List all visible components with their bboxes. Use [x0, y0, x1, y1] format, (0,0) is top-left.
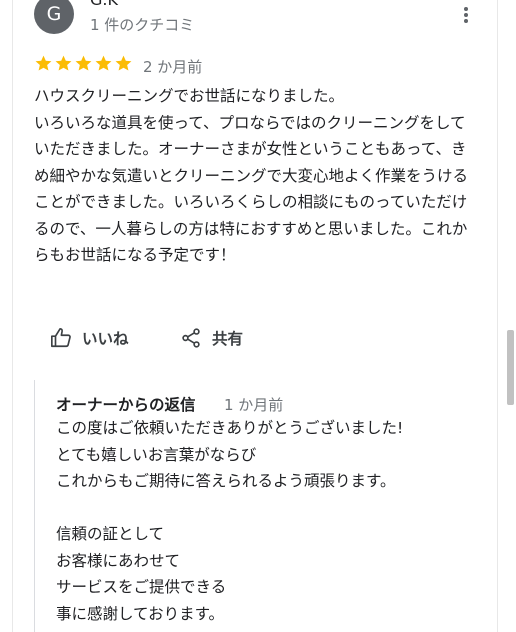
- more-vert-icon[interactable]: [456, 4, 476, 26]
- share-icon: [180, 327, 202, 349]
- reviewer-review-count: 1 件のクチコミ: [90, 16, 195, 34]
- share-button[interactable]: 共有: [180, 327, 243, 349]
- thumb-up-icon: [50, 327, 72, 349]
- owner-reply-divider: [34, 380, 35, 632]
- owner-reply-time: 1 か月前: [224, 396, 284, 414]
- share-label: 共有: [212, 330, 244, 348]
- avatar[interactable]: G: [34, 0, 74, 34]
- scrollbar-track[interactable]: [508, 0, 516, 632]
- review-text: ハウスクリーニングでお世話になりました。 いろいろな道具を使って、プロならではの…: [34, 87, 469, 264]
- card-right-border: [497, 0, 498, 632]
- review-card: G G.K 1 件のクチコミ 2 か月前 ハウスクリーニングでお世話になりました…: [0, 0, 516, 632]
- avatar-letter: G: [46, 3, 62, 25]
- like-button[interactable]: いいね: [50, 327, 129, 349]
- card-left-border: [12, 0, 13, 632]
- scrollbar-thumb[interactable]: [507, 330, 514, 405]
- owner-reply-title: オーナーからの返信: [56, 396, 196, 414]
- like-label: いいね: [82, 330, 129, 348]
- owner-reply-text: この度はご依頼いただきありがとうございました! とても嬉しいお言葉がならび これ…: [56, 419, 404, 623]
- star-icon: [75, 55, 92, 71]
- reviewer-name[interactable]: G.K: [90, 0, 118, 9]
- star-icon: [55, 55, 72, 71]
- star-icon: [95, 55, 112, 71]
- review-time: 2 か月前: [143, 58, 203, 76]
- star-icon: [115, 55, 132, 71]
- star-rating: [34, 54, 133, 73]
- star-icon: [35, 55, 52, 71]
